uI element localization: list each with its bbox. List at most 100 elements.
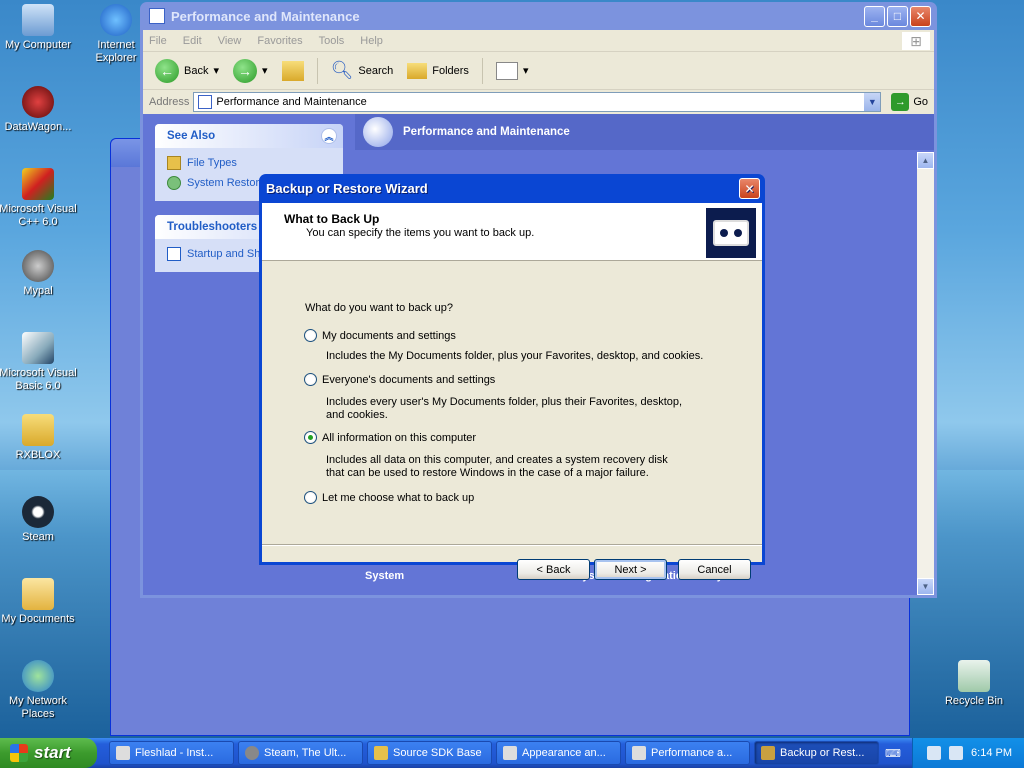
dropdown-arrow-icon[interactable]: ▾ (262, 64, 268, 77)
see-also-file-types[interactable]: File Types (155, 153, 343, 173)
help-icon (167, 247, 181, 261)
taskbar-item-label: Source SDK Base (393, 747, 482, 759)
file-types-icon (167, 156, 181, 170)
up-folder-icon (281, 60, 304, 81)
explorer-titlebar[interactable]: Performance and Maintenance _ □ ✕ (143, 2, 934, 30)
maximize-button[interactable]: □ (887, 5, 908, 27)
taskbar-item[interactable]: Source SDK Base (367, 741, 492, 765)
backup-wizard-dialog[interactable]: Backup or Restore Wizard ✕ What to Back … (259, 174, 765, 580)
wizard-separator (262, 544, 762, 546)
taskbar-item-label: Steam, The Ult... (264, 747, 347, 759)
forward-arrow-icon: → (233, 58, 257, 83)
close-button[interactable]: ✕ (910, 5, 931, 27)
system-item[interactable]: System (365, 570, 404, 582)
desktop-icon-rxblox[interactable]: RXBLOX (0, 414, 78, 462)
menu-view[interactable]: View (218, 35, 242, 47)
toolbar-separator (481, 57, 483, 84)
visual-basic-icon (22, 332, 54, 364)
taskbar-item-active[interactable]: Backup or Rest... (754, 741, 879, 765)
desktop-icon-label: My Computer (4, 39, 72, 51)
radio-my-documents[interactable] (304, 329, 317, 342)
menu-edit[interactable]: Edit (183, 35, 202, 47)
address-label: Address (149, 96, 190, 108)
explorer-title: Performance and Maintenance (171, 8, 360, 24)
go-button[interactable]: → Go (885, 93, 934, 111)
mypal-icon (245, 746, 259, 760)
desktop-icon-label: My Documents (1, 613, 75, 625)
desktop-icon-datawagon[interactable]: DataWagon... (0, 86, 78, 134)
address-value: Performance and Maintenance (216, 96, 367, 108)
toolbar-separator (316, 57, 318, 84)
my-documents-icon (22, 578, 54, 610)
menu-tools[interactable]: Tools (319, 35, 345, 47)
desktop-icon-label: Microsoft Visual C++ 6.0 (0, 203, 77, 228)
folders-icon (407, 62, 428, 79)
forward-button[interactable]: → ▾ (229, 56, 272, 86)
vertical-scrollbar[interactable]: ▲ ▼ (917, 152, 934, 595)
category-header: Performance and Maintenance (355, 114, 934, 150)
control-panel-icon (198, 95, 213, 109)
scroll-up-arrow-icon[interactable]: ▲ (917, 152, 934, 169)
menu-favorites[interactable]: Favorites (257, 35, 302, 47)
desktop-icon-my-documents[interactable]: My Documents (0, 578, 78, 626)
back-arrow-icon: ← (155, 58, 179, 83)
start-button[interactable]: start (0, 738, 97, 768)
scroll-down-arrow-icon[interactable]: ▼ (917, 578, 934, 595)
option-everyones-documents[interactable]: Everyone's documents and settings (304, 373, 495, 386)
taskbar-item[interactable]: Performance a... (625, 741, 750, 765)
option-let-me-choose[interactable]: Let me choose what to back up (304, 491, 474, 504)
wizard-heading: What to Back Up (284, 212, 380, 226)
taskbar-item[interactable]: Appearance an... (496, 741, 621, 765)
folders-button[interactable]: Folders (403, 60, 473, 82)
next-button[interactable]: Next > (594, 559, 667, 580)
address-bar: Address Performance and Maintenance ▼ → … (143, 90, 934, 114)
menu-help[interactable]: Help (360, 35, 383, 47)
desktop-icon-visual-cpp[interactable]: Microsoft Visual C++ 6.0 (0, 168, 78, 229)
search-icon: 🔍︎ (330, 60, 354, 80)
see-also-title: See Also (167, 130, 216, 142)
taskbar-item[interactable]: Fleshlad - Inst... (109, 741, 234, 765)
taskbar: start Fleshlad - Inst... Steam, The Ult.… (0, 738, 1024, 768)
desktop-icon-steam[interactable]: Steam (0, 496, 78, 544)
see-also-header[interactable]: See Also ︽ (155, 124, 343, 148)
control-panel-icon (503, 746, 517, 760)
toolbar: ← Back ▾ → ▾ 🔍︎ Search Folders ▾ (143, 52, 934, 90)
desktop-icon-recycle-bin[interactable]: Recycle Bin (934, 660, 1014, 708)
menu-file[interactable]: File (149, 35, 167, 47)
option-all-information[interactable]: All information on this computer (304, 431, 476, 444)
option-description: Includes the My Documents folder, plus y… (326, 350, 704, 362)
minimize-button[interactable]: _ (864, 5, 885, 27)
wizard-close-button[interactable]: ✕ (739, 178, 760, 199)
troubleshooters-title: Troubleshooters (167, 221, 258, 233)
cancel-button[interactable]: Cancel (678, 559, 751, 580)
users-icon[interactable] (927, 746, 942, 760)
backup-tape-icon (706, 208, 756, 258)
desktop-icon-my-network-places[interactable]: My Network Places (0, 660, 78, 721)
radio-everyones-documents[interactable] (304, 373, 317, 386)
desktop-icon-my-computer[interactable]: My Computer (0, 4, 78, 52)
collapse-chevron-icon[interactable]: ︽ (321, 128, 337, 144)
taskbar-item[interactable]: Steam, The Ult... (238, 741, 363, 765)
dropdown-arrow-icon[interactable]: ▾ (213, 64, 219, 77)
up-folder-button[interactable] (278, 58, 308, 84)
desktop-icon-mypal[interactable]: Mypal (0, 250, 78, 298)
clock[interactable]: 6:14 PM (971, 747, 1012, 759)
views-button[interactable]: ▾ (492, 59, 533, 83)
system-restore-icon (167, 176, 181, 190)
network-icon[interactable] (949, 746, 964, 760)
see-also-item-label: System Restore (187, 177, 266, 189)
radio-let-me-choose[interactable] (304, 491, 317, 504)
option-my-documents[interactable]: My documents and settings (304, 329, 456, 342)
address-field[interactable]: Performance and Maintenance ▼ (193, 92, 882, 112)
folder-icon (22, 414, 54, 446)
taskbar-item-label: Performance a... (651, 747, 733, 759)
search-button[interactable]: 🔍︎ Search (327, 57, 398, 84)
back-button[interactable]: ← Back ▾ (151, 56, 223, 86)
desktop-icon-visual-basic[interactable]: Microsoft Visual Basic 6.0 (0, 332, 78, 393)
back-wizard-button[interactable]: < Back (517, 559, 590, 580)
radio-all-information[interactable] (304, 431, 317, 444)
address-dropdown-button[interactable]: ▼ (864, 93, 881, 111)
wizard-titlebar[interactable]: Backup or Restore Wizard ✕ (262, 174, 762, 203)
windows-logo-icon: ⊞ (902, 32, 930, 50)
keyboard-icon[interactable]: ⌨ (882, 742, 904, 764)
